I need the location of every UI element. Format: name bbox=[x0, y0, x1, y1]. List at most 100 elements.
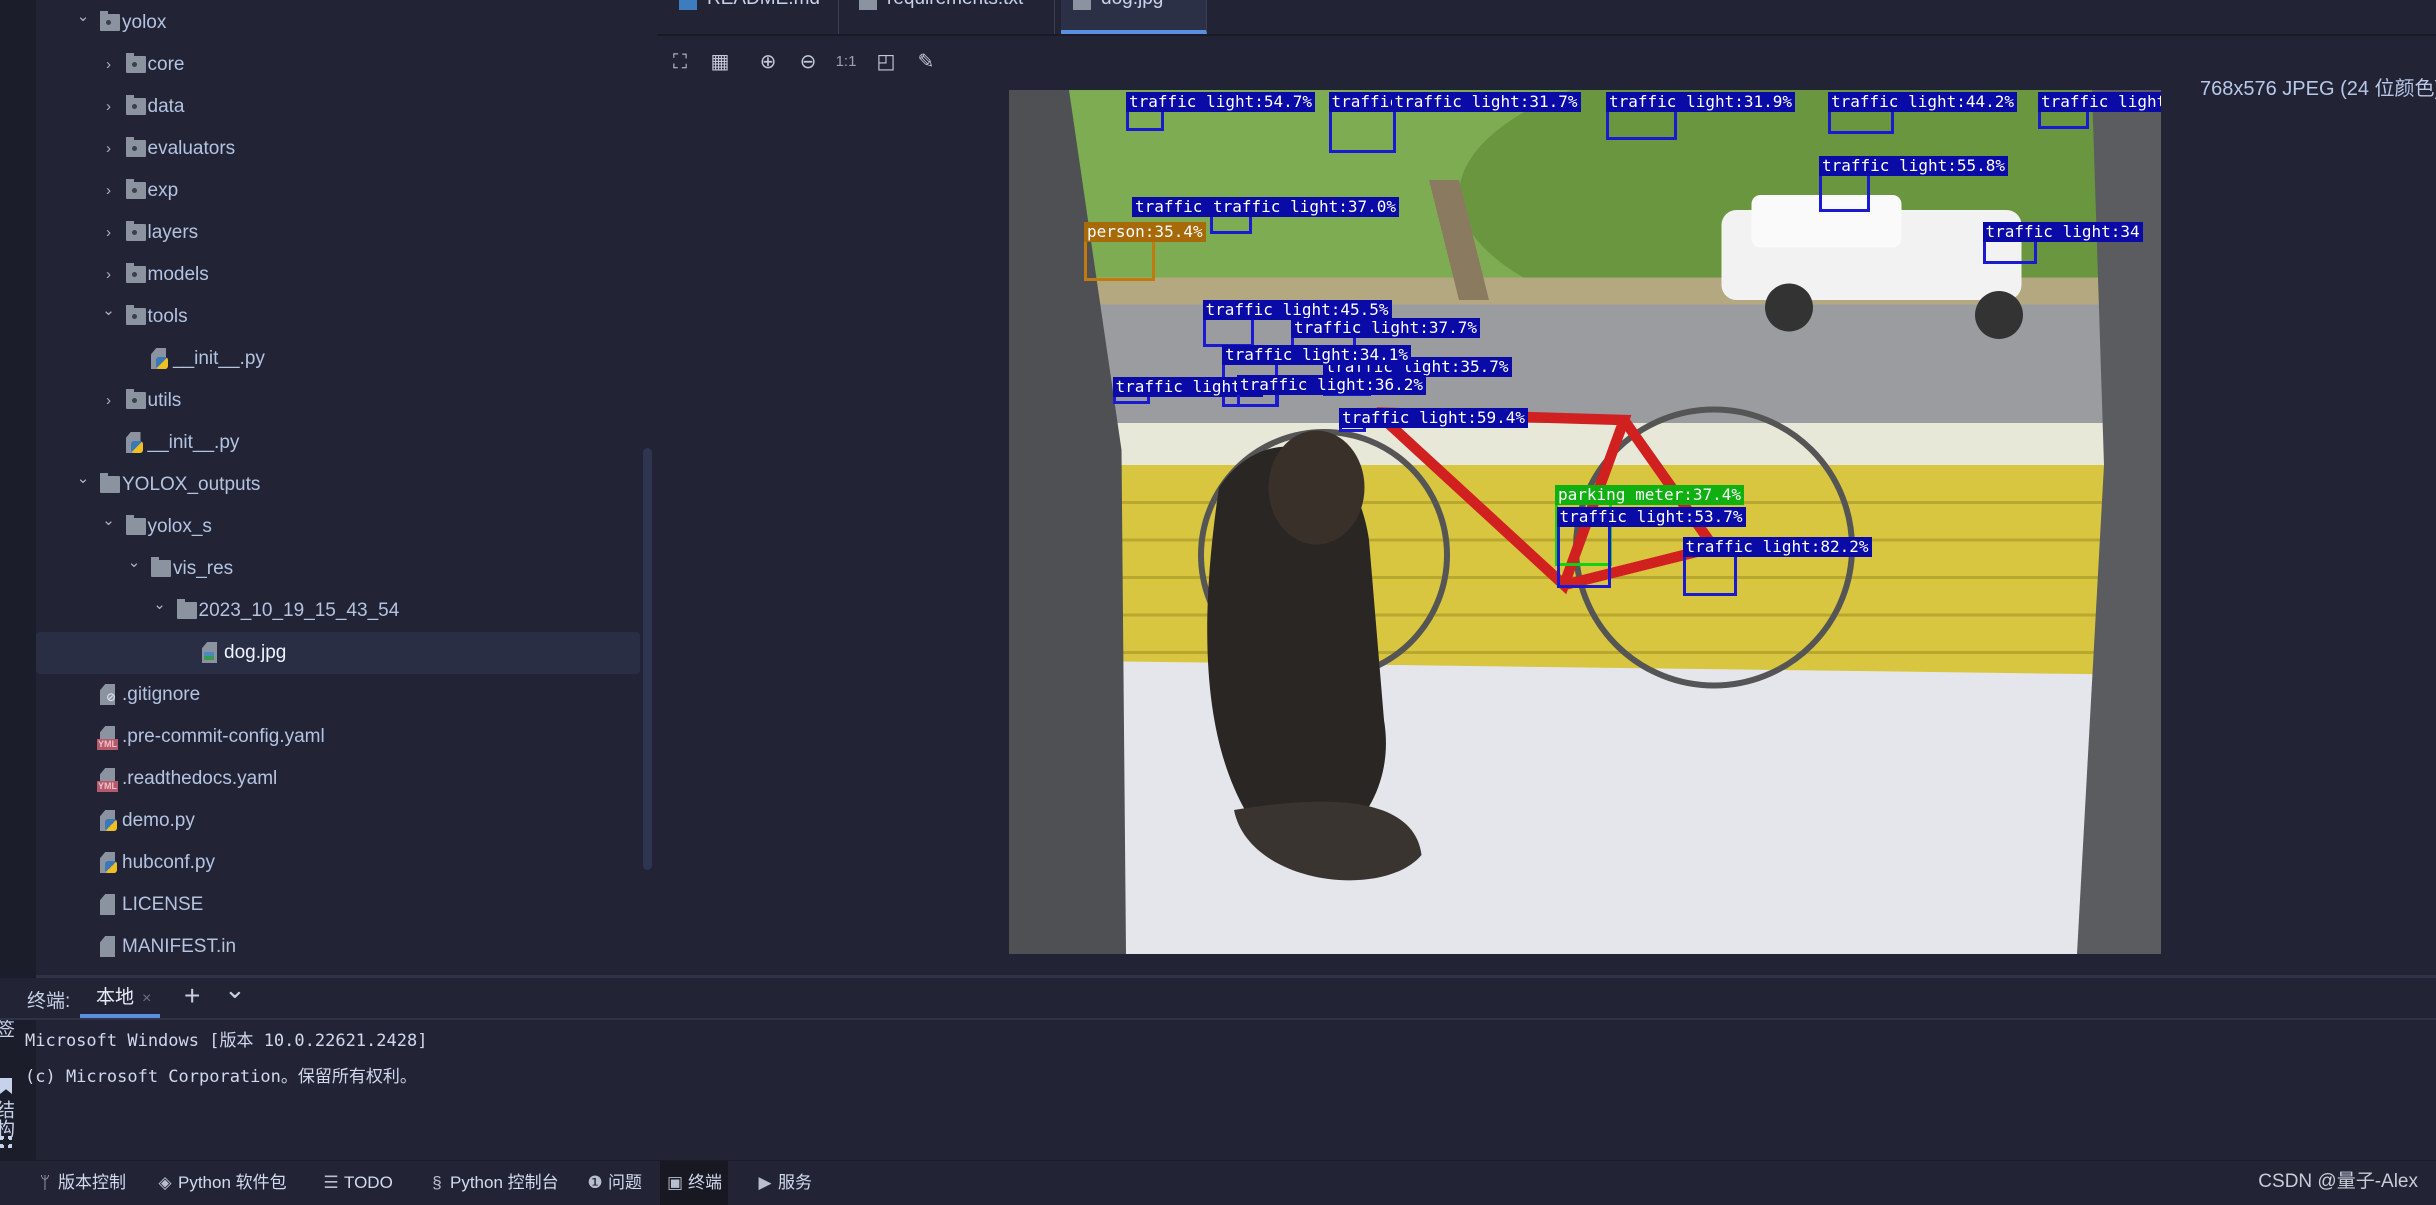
chevron-down-icon[interactable]: ⌄ bbox=[127, 542, 141, 584]
status-item-label: 服务 bbox=[778, 1173, 812, 1192]
chevron-down-icon[interactable]: ⌄ bbox=[224, 974, 246, 1005]
tree-item[interactable]: › evaluators bbox=[36, 128, 640, 170]
tree-item[interactable]: LICENSE bbox=[36, 884, 640, 926]
tree-item[interactable]: ⌄ yolox bbox=[36, 2, 640, 44]
tree-item[interactable]: › utils bbox=[36, 380, 640, 422]
grid-icon[interactable]: ▦ bbox=[708, 50, 732, 74]
status-item-label: Python 控制台 bbox=[450, 1173, 559, 1192]
status-alert-button[interactable]: ❶ 问题 bbox=[580, 1161, 648, 1205]
tree-item[interactable]: ⌄ 2023_10_19_15_43_54 bbox=[36, 590, 640, 632]
tree-item[interactable]: __init__.py bbox=[36, 338, 640, 380]
background-icon[interactable]: ◰ bbox=[874, 50, 898, 74]
chevron-right-icon[interactable]: › bbox=[102, 86, 116, 128]
chevron-down-icon[interactable]: ⌄ bbox=[153, 584, 167, 626]
tree-item[interactable]: hubconf.py bbox=[36, 842, 640, 884]
structure-tool-button[interactable]: 结构 bbox=[0, 1100, 14, 1138]
tree-item-label: core bbox=[147, 54, 185, 75]
detection-box: person:35.4% bbox=[1084, 222, 1206, 281]
tree-item[interactable]: ⌄ vis_res bbox=[36, 548, 640, 590]
chevron-down-icon[interactable]: ⌄ bbox=[102, 290, 116, 332]
folder-icon bbox=[125, 53, 146, 73]
tree-item[interactable]: YML .pre-commit-config.yaml bbox=[36, 716, 640, 758]
markdown-icon bbox=[679, 0, 697, 10]
actual-size-button[interactable]: 1:1 bbox=[834, 50, 858, 74]
image-file-icon bbox=[1073, 0, 1091, 10]
play-icon: ▶ bbox=[758, 1173, 772, 1192]
detection-box: traffic light:31.7% bbox=[1391, 91, 1581, 112]
chevron-right-icon[interactable]: › bbox=[102, 128, 116, 170]
chevron-down-icon[interactable]: ⌄ bbox=[76, 458, 90, 500]
tab-dog-jpg[interactable]: dog.jpg bbox=[1061, 0, 1207, 34]
folder-icon bbox=[100, 11, 120, 31]
python-icon: § bbox=[432, 1173, 442, 1192]
watermark: CSDN @量子-Alex bbox=[2258, 1171, 2418, 1192]
tree-item[interactable]: ⊘ .gitignore bbox=[36, 674, 640, 716]
terminal-line: Microsoft Windows [版本 10.0.22621.2428] bbox=[25, 1031, 428, 1051]
terminal-tab-local[interactable]: 本地 × bbox=[80, 978, 160, 1018]
status-list-button[interactable]: ☰ TODO bbox=[316, 1161, 399, 1205]
chevron-right-icon[interactable]: › bbox=[102, 212, 116, 254]
structure-icon bbox=[0, 1136, 12, 1148]
zoom-in-icon[interactable]: ⊕ bbox=[756, 50, 780, 74]
detection-label: traffic light:31.7% bbox=[1391, 91, 1581, 112]
tree-item[interactable]: YML .readthedocs.yaml bbox=[36, 758, 640, 800]
chevron-right-icon[interactable]: › bbox=[102, 44, 116, 86]
layers-icon: ◈ bbox=[158, 1173, 172, 1192]
tree-item[interactable]: › core bbox=[36, 44, 640, 86]
folder-icon bbox=[125, 305, 146, 325]
tree-item-label: vis_res bbox=[173, 558, 234, 579]
detection-box: traffic light:82.2% bbox=[1682, 537, 1872, 596]
detection-box: traffic light:37.0% bbox=[1210, 196, 1400, 234]
tab-readme[interactable]: README.md bbox=[667, 0, 839, 34]
tree-item-label: evaluators bbox=[147, 138, 236, 159]
tree-item[interactable]: › models bbox=[36, 254, 640, 296]
chevron-down-icon[interactable]: ⌄ bbox=[102, 500, 116, 542]
status-terminal-button[interactable]: ▣ 终端 bbox=[660, 1161, 728, 1205]
detection-box: traffic lig bbox=[1132, 196, 1244, 217]
tree-item[interactable]: › exp bbox=[36, 170, 640, 212]
detection-box: traffic light:54.7% bbox=[1126, 91, 1316, 131]
tree-item[interactable]: › data bbox=[36, 86, 640, 128]
status-play-button[interactable]: ▶ 服务 bbox=[750, 1161, 818, 1205]
tree-item-label: MANIFEST.in bbox=[122, 936, 237, 957]
chevron-right-icon[interactable]: › bbox=[102, 380, 116, 422]
text-file-icon bbox=[100, 894, 115, 915]
status-python-button[interactable]: § Python 控制台 bbox=[422, 1161, 565, 1205]
status-item-label: 问题 bbox=[608, 1173, 642, 1192]
detection-box: traffic light:36.2% bbox=[1237, 375, 1427, 407]
tree-item-label: utils bbox=[147, 390, 182, 411]
text-file-icon bbox=[100, 936, 115, 957]
fit-screen-icon[interactable]: ⛶ bbox=[668, 50, 692, 74]
chevron-right-icon[interactable]: › bbox=[102, 170, 116, 212]
tree-item[interactable]: ⌄ YOLOX_outputs bbox=[36, 464, 640, 506]
zoom-out-icon[interactable]: ⊖ bbox=[796, 50, 820, 74]
status-item-label: 版本控制 bbox=[58, 1173, 126, 1192]
tab-requirements[interactable]: requirements.txt bbox=[847, 0, 1055, 34]
tree-item[interactable]: ⌄ tools bbox=[36, 296, 640, 338]
detection-label: traffic light:34.1% bbox=[1222, 345, 1412, 365]
detection-label: traffic light:53.7% bbox=[1556, 507, 1746, 527]
status-git-branch-button[interactable]: ᛘ 版本控制 bbox=[30, 1161, 132, 1205]
folder-icon bbox=[125, 221, 146, 241]
detection-label: traffic light:82.2% bbox=[1682, 537, 1872, 557]
detection-box: traffic light:59.4% bbox=[1339, 408, 1529, 432]
tree-item[interactable]: dog.jpg bbox=[36, 632, 640, 674]
tree-item[interactable]: MANIFEST.in bbox=[36, 926, 640, 968]
chevron-down-icon[interactable]: ⌄ bbox=[76, 0, 90, 38]
tree-item[interactable]: __init__.py bbox=[36, 422, 640, 464]
git-branch-icon: ᛘ bbox=[39, 1173, 51, 1192]
sidebar-scrollbar[interactable] bbox=[643, 448, 652, 870]
folder-icon bbox=[125, 179, 146, 199]
tree-item[interactable]: › layers bbox=[36, 212, 640, 254]
status-layers-button[interactable]: ◈ Python 软件包 bbox=[150, 1161, 293, 1205]
add-terminal-button[interactable]: + bbox=[184, 980, 200, 1012]
image-toolbar: ⛶ ▦ ⊕ ⊖ 1:1 ◰ ✎ 768x576 JPEG (24 位颜色) 2 bbox=[657, 38, 2436, 100]
image-viewer[interactable]: traffic light:54.7%traffic lighttraffic … bbox=[1009, 90, 2161, 954]
color-picker-icon[interactable]: ✎ bbox=[914, 50, 938, 74]
detection-box: traffic light:31.9% bbox=[1606, 91, 1796, 140]
python-icon bbox=[130, 441, 143, 453]
tree-item-label: tools bbox=[147, 306, 188, 327]
tree-item[interactable]: demo.py bbox=[36, 800, 640, 842]
detection-label: traffic light:37.0% bbox=[1210, 196, 1400, 217]
close-icon[interactable]: × bbox=[142, 990, 151, 1007]
